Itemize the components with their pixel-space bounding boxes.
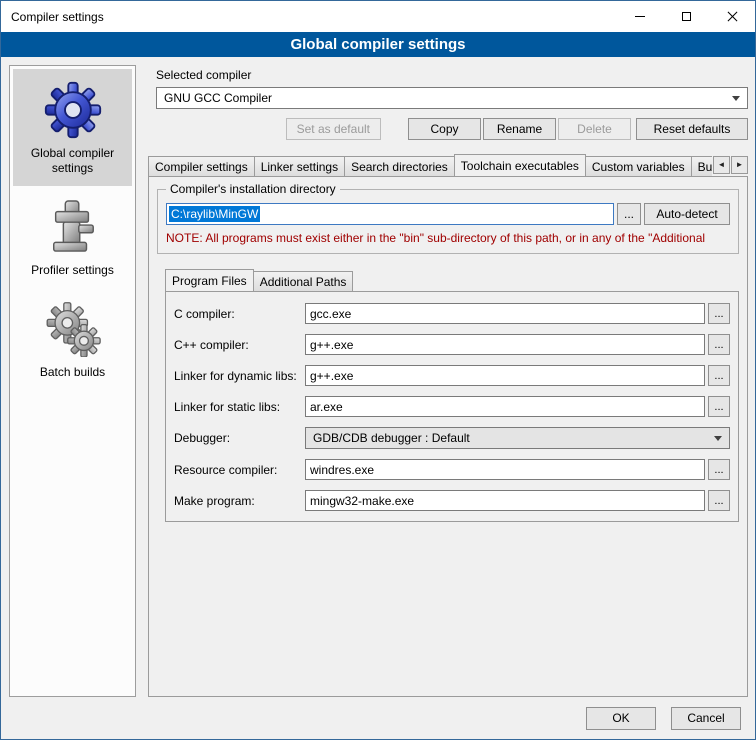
settings-category-list: Global compiler settings (9, 65, 136, 697)
sidebar-item-batch-builds[interactable]: Batch builds (13, 288, 132, 390)
tab-custom-variables[interactable]: Custom variables (585, 156, 692, 176)
dynamic-linker-label: Linker for dynamic libs: (174, 369, 305, 383)
reset-defaults-button[interactable]: Reset defaults (636, 118, 748, 140)
cpp-compiler-browse-button[interactable]: ... (708, 334, 730, 355)
compiler-actions: Set as default Copy Rename Delete Reset … (156, 118, 748, 140)
cpp-compiler-label: C++ compiler: (174, 338, 305, 352)
program-files-tabstrip: Program Files Additional Paths (165, 268, 739, 291)
chevron-down-icon (714, 436, 722, 441)
tab-compiler-settings[interactable]: Compiler settings (148, 156, 255, 176)
minimize-button[interactable] (617, 1, 663, 32)
sidebar-item-label: Profiler settings (31, 263, 114, 278)
gray-gears-icon (45, 298, 101, 360)
note-text: NOTE: All programs must exist either in … (166, 231, 730, 245)
chevron-down-icon (732, 96, 740, 101)
tab-search-directories[interactable]: Search directories (344, 156, 455, 176)
blue-gear-icon (43, 79, 103, 141)
minimize-icon (635, 16, 645, 17)
tab-scroll-left-button[interactable]: ◄ (713, 156, 730, 174)
selected-compiler-value: GNU GCC Compiler (164, 91, 272, 105)
install-dir-value: C:\raylib\MinGW (169, 206, 260, 222)
set-as-default-button[interactable]: Set as default (286, 118, 381, 140)
sidebar-item-profiler-settings[interactable]: Profiler settings (13, 186, 132, 288)
field-row-resource-compiler: Resource compiler: ... (174, 459, 730, 480)
page-title: Global compiler settings (1, 32, 755, 57)
toolchain-executables-panel: Compiler's installation directory C:\ray… (148, 176, 748, 697)
cpp-compiler-input[interactable] (305, 334, 705, 355)
auto-detect-button[interactable]: Auto-detect (644, 203, 730, 225)
tab-scroll-buttons: ◄ ► (712, 156, 748, 174)
static-linker-label: Linker for static libs: (174, 400, 305, 414)
selected-compiler-label: Selected compiler (156, 68, 748, 82)
titlebar[interactable]: Compiler settings (1, 1, 755, 32)
c-compiler-browse-button[interactable]: ... (708, 303, 730, 324)
tab-program-files[interactable]: Program Files (165, 269, 254, 291)
sidebar-item-label: Global compiler settings (15, 146, 130, 176)
cancel-button[interactable]: Cancel (671, 707, 741, 730)
dynamic-linker-input[interactable] (305, 365, 705, 386)
program-files-panel: C compiler: ... C++ compiler: ... Linker… (165, 291, 739, 522)
maximize-icon (682, 12, 691, 21)
field-row-c-compiler: C compiler: ... (174, 303, 730, 324)
program-files-notebook: Program Files Additional Paths C compile… (165, 268, 739, 522)
make-program-input[interactable] (305, 490, 705, 511)
selected-compiler-dropdown[interactable]: GNU GCC Compiler (156, 87, 748, 109)
static-linker-browse-button[interactable]: ... (708, 396, 730, 417)
debugger-label: Debugger: (174, 431, 305, 445)
make-program-browse-button[interactable]: ... (708, 490, 730, 511)
resource-compiler-label: Resource compiler: (174, 463, 305, 477)
field-row-debugger: Debugger: GDB/CDB debugger : Default (174, 427, 730, 449)
install-dir-group: Compiler's installation directory C:\ray… (157, 189, 739, 254)
tab-build-options[interactable]: Build (691, 156, 712, 176)
debugger-dropdown[interactable]: GDB/CDB debugger : Default (305, 427, 730, 449)
debugger-value: GDB/CDB debugger : Default (313, 431, 470, 445)
field-row-make-program: Make program: ... (174, 490, 730, 511)
c-compiler-label: C compiler: (174, 307, 305, 321)
field-row-static-linker: Linker for static libs: ... (174, 396, 730, 417)
window-title: Compiler settings (1, 1, 104, 32)
tab-toolchain-executables[interactable]: Toolchain executables (454, 154, 586, 176)
window-controls (617, 1, 755, 32)
close-button[interactable] (709, 1, 755, 32)
rename-button[interactable]: Rename (483, 118, 556, 140)
tab-linker-settings[interactable]: Linker settings (254, 156, 345, 176)
maximize-button[interactable] (663, 1, 709, 32)
dialog-footer: OK Cancel (1, 697, 755, 739)
c-compiler-input[interactable] (305, 303, 705, 324)
install-dir-browse-button[interactable]: ... (617, 203, 641, 225)
install-dir-group-title: Compiler's installation directory (166, 182, 340, 196)
tab-additional-paths[interactable]: Additional Paths (253, 271, 354, 291)
field-row-cpp-compiler: C++ compiler: ... (174, 334, 730, 355)
make-program-label: Make program: (174, 494, 305, 508)
install-dir-input[interactable]: C:\raylib\MinGW (166, 203, 614, 225)
field-row-dynamic-linker: Linker for dynamic libs: ... (174, 365, 730, 386)
settings-tabstrip: Compiler settings Linker settings Search… (148, 153, 748, 176)
arrow-left-icon: ◄ (718, 161, 726, 169)
tab-scroll-right-button[interactable]: ► (731, 156, 748, 174)
resource-compiler-browse-button[interactable]: ... (708, 459, 730, 480)
ok-button[interactable]: OK (586, 707, 656, 730)
copy-button[interactable]: Copy (408, 118, 481, 140)
sidebar-item-global-compiler-settings[interactable]: Global compiler settings (13, 69, 132, 186)
delete-button[interactable]: Delete (558, 118, 631, 140)
resource-compiler-input[interactable] (305, 459, 705, 480)
profiler-tool-icon (47, 196, 99, 258)
compiler-settings-window: Compiler settings Global compiler settin… (0, 0, 756, 740)
dynamic-linker-browse-button[interactable]: ... (708, 365, 730, 386)
close-icon (727, 11, 738, 22)
arrow-right-icon: ► (736, 161, 744, 169)
sidebar-item-label: Batch builds (40, 365, 105, 380)
static-linker-input[interactable] (305, 396, 705, 417)
